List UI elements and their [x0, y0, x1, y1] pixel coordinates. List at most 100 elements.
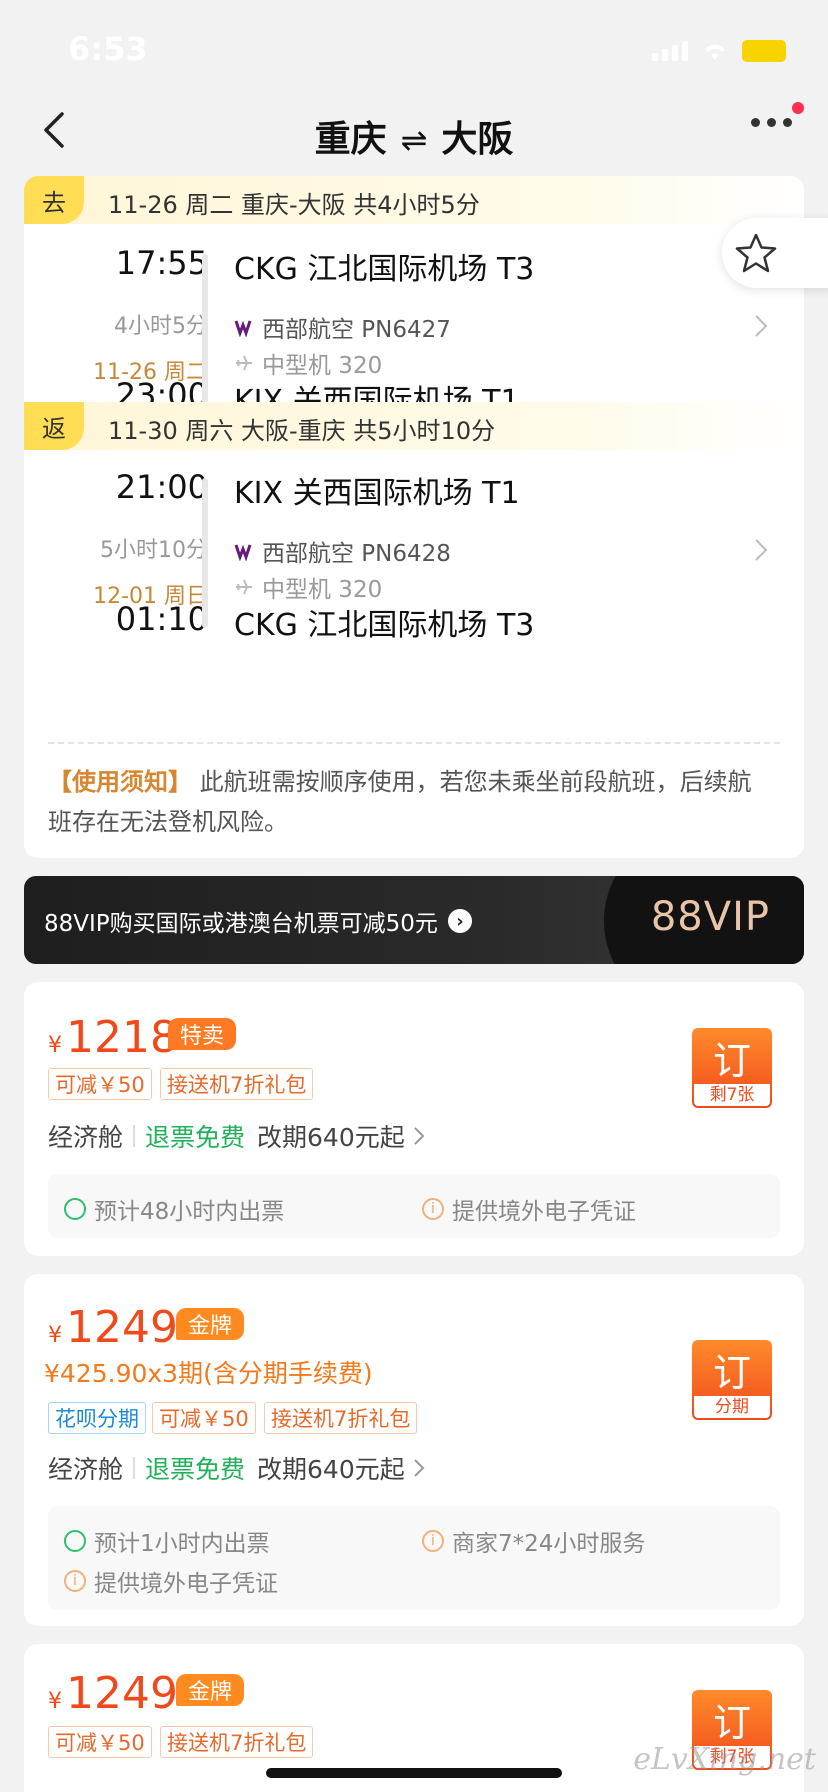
info-label: 预计1小时内出票: [94, 1531, 270, 1557]
return-aircraft-label: 中型机 320: [262, 577, 383, 603]
refund-policy: 退票免费: [145, 1123, 246, 1152]
gold-badge: 金牌: [176, 1674, 245, 1706]
change-policy: 改期640元起: [257, 1123, 405, 1152]
offer-price: ¥1218: [48, 1012, 178, 1063]
title-to-city: 大阪: [441, 119, 514, 160]
outbound-summary: 11-26 周二 重庆-大阪 共4小时5分: [108, 191, 480, 219]
return-airline-label: 西部航空 PN6428: [262, 541, 451, 567]
installment-label: 分期: [694, 1396, 770, 1418]
price-value: 1249: [66, 1302, 178, 1353]
return-arr-time: 01:10: [115, 600, 208, 638]
signal-icon: [652, 41, 688, 61]
return-airline: 西部航空 PN6428: [234, 534, 451, 568]
discount-chip: 可减￥50: [152, 1402, 256, 1434]
info-circle-icon: i: [64, 1570, 86, 1592]
vip-label: 88VIP购买国际或港澳台机票可减50元: [44, 911, 438, 937]
battery-icon: [742, 40, 786, 62]
home-indicator: [266, 1768, 562, 1778]
outbound-header: 去 11-26 周二 重庆-大阪 共4小时5分: [24, 176, 804, 224]
cabin-class: 经济舱: [48, 1455, 124, 1484]
outbound-dep-airport: CKG 江北国际机场 T3: [234, 252, 535, 287]
title-from-city: 重庆: [314, 119, 387, 160]
sale-badge: 特卖: [168, 1018, 237, 1050]
check-circle-icon: [64, 1198, 86, 1220]
outbound-airline-label: 西部航空 PN6427: [262, 317, 451, 343]
ticketing-time: 预计1小时内出票: [64, 1524, 270, 1558]
info-circle-icon: i: [422, 1530, 444, 1552]
nav-bar: 重庆 ⇌ 大阪: [0, 96, 828, 168]
return-dep-airport: KIX 关西国际机场 T1: [234, 476, 520, 511]
price-value: 1218: [66, 1012, 178, 1063]
notice-title: 【使用须知】: [48, 768, 192, 796]
return-header: 返 11-30 周六 大阪-重庆 共5小时10分: [24, 402, 804, 450]
route-card: 去 11-26 周二 重庆-大阪 共4小时5分 17:55 4小时5分 11-2…: [24, 176, 804, 858]
chevron-right-icon: [755, 315, 768, 337]
west-air-logo-icon: [234, 544, 252, 561]
vip-text: 88VIP购买国际或港澳台机票可减50元 ›: [44, 904, 472, 938]
ticket-info-box: 预计48小时内出票 i 提供境外电子凭证: [48, 1174, 780, 1238]
transfer-gift-chip: 接送机7折礼包: [160, 1068, 314, 1100]
refund-policy: 退票免费: [145, 1455, 246, 1484]
remaining-seats: 剩7张: [694, 1084, 770, 1106]
return-duration: 5小时10分: [100, 538, 208, 563]
check-circle-icon: [64, 1530, 86, 1552]
change-policy: 改期640元起: [257, 1455, 405, 1484]
cabin-class: 经济舱: [48, 1123, 124, 1152]
fare-rules[interactable]: 经济舱 退票免费 改期640元起: [48, 1118, 425, 1154]
timeline-line: [202, 478, 208, 628]
return-segment[interactable]: 21:00 5小时10分 12-01 周日 01:10 KIX 关西国际机场 T…: [24, 450, 804, 643]
outbound-aircraft-label: 中型机 320: [262, 353, 383, 379]
chevron-right-icon: [414, 1127, 425, 1145]
book-button[interactable]: 订 剩7张: [692, 1028, 772, 1108]
book-label: 订: [712, 1039, 751, 1083]
outbound-duration: 4小时5分: [114, 314, 208, 339]
service-hours: i 商家7*24小时服务: [422, 1524, 645, 1558]
divider: [48, 742, 780, 744]
outbound-aircraft: 中型机 320: [234, 346, 382, 380]
ticket-info-box: 预计1小时内出票 i 商家7*24小时服务 i 提供境外电子凭证: [48, 1506, 780, 1610]
currency: ¥: [48, 1033, 62, 1058]
fare-rules[interactable]: 经济舱 退票免费 改期640元起: [48, 1450, 425, 1486]
chevron-right-icon: [414, 1459, 425, 1477]
vip-banner[interactable]: 88VIP购买国际或港澳台机票可减50元 › 88VIP: [24, 876, 804, 964]
outbound-segment[interactable]: 17:55 4小时5分 11-26 周二 23:00 CKG 江北国际机场 T3…: [24, 224, 804, 419]
usage-notice: 【使用须知】 此航班需按顺序使用，若您未乘坐前段航班，后续航班存在无法登机风险。: [48, 762, 764, 842]
chevron-right-icon: [755, 539, 768, 561]
notification-dot: [792, 102, 804, 114]
offer-price: ¥1249: [48, 1668, 178, 1719]
return-summary: 11-30 周六 大阪-重庆 共5小时10分: [108, 417, 496, 445]
swap-icon[interactable]: ⇌: [401, 121, 428, 159]
info-circle-icon: i: [422, 1198, 444, 1220]
currency: ¥: [48, 1689, 62, 1714]
currency: ¥: [48, 1323, 62, 1348]
more-icon[interactable]: [751, 118, 792, 127]
watermark: eLvXing.net: [633, 1742, 816, 1777]
outbound-dep-time: 17:55: [115, 244, 208, 282]
status-icons: [652, 40, 786, 62]
offer-price: ¥1249: [48, 1302, 178, 1353]
info-label: 提供境外电子凭证: [452, 1199, 636, 1225]
arrow-right-circle-icon: ›: [447, 909, 472, 933]
wifi-icon: [705, 44, 725, 60]
favorite-button[interactable]: [722, 218, 828, 288]
star-icon: [735, 233, 777, 273]
e-voucher: i 提供境外电子凭证: [422, 1192, 636, 1226]
status-time: 6:53: [68, 30, 148, 68]
huabei-chip: 花呗分期: [48, 1402, 146, 1434]
return-dep-time: 21:00: [115, 468, 208, 506]
discount-chip: 可减￥50: [48, 1068, 152, 1100]
book-button[interactable]: 订 分期: [692, 1340, 772, 1420]
west-air-logo-icon: [234, 320, 252, 337]
offer-card: ¥1218 特卖 可减￥50 接送机7折礼包 经济舱 退票免费 改期640元起 …: [24, 982, 804, 1256]
transfer-gift-chip: 接送机7折礼包: [160, 1726, 314, 1758]
discount-chip: 可减￥50: [48, 1726, 152, 1758]
return-aircraft: 中型机 320: [234, 570, 382, 604]
return-arr-airport: CKG 江北国际机场 T3: [234, 608, 535, 643]
outbound-tag: 去: [24, 176, 84, 224]
e-voucher: i 提供境外电子凭证: [64, 1564, 278, 1598]
page-title: 重庆 ⇌ 大阪: [0, 110, 828, 162]
status-bar: 6:53: [0, 0, 828, 100]
plane-icon: [236, 579, 252, 595]
timeline-line: [202, 254, 208, 404]
price-value: 1249: [66, 1668, 178, 1719]
